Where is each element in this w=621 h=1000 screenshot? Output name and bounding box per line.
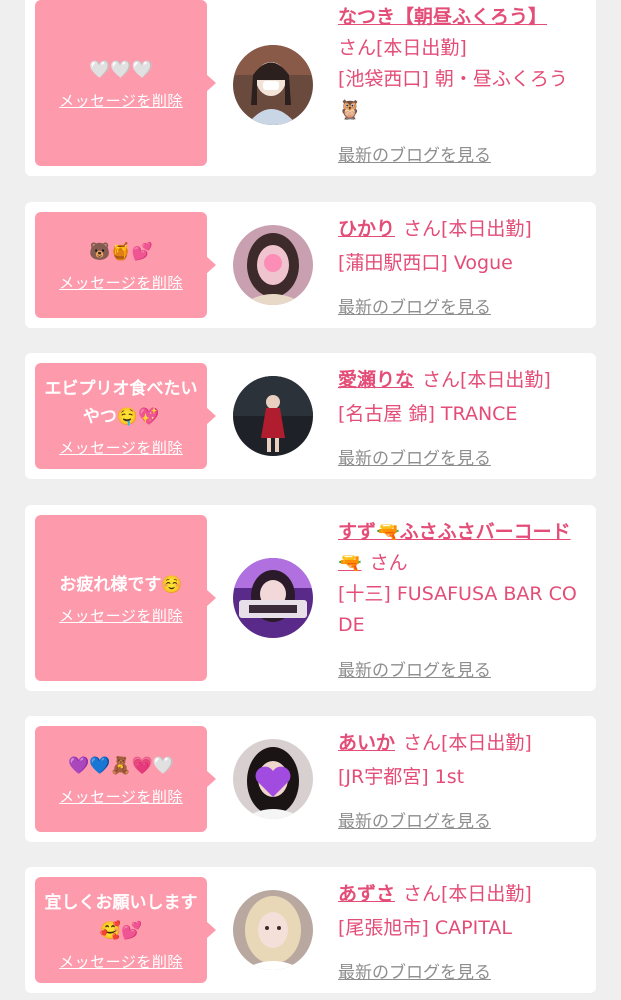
message-card: 宜しくお願いします🥰💕 メッセージを削除 あずさ さん[本日出勤] [尾張旭市] … [25,867,596,993]
message-text: 宜しくお願いします🥰💕 [44,892,198,941]
avatar-image-icon [233,225,313,305]
cast-name-link[interactable]: あいか [338,732,395,754]
shop-name: [JR宇都宮] 1st [338,766,465,788]
avatar[interactable] [233,376,313,456]
delete-message-link[interactable]: メッセージを削除 [59,605,183,626]
message-card: エビプリオ食べたいやつ🤤💖 メッセージを削除 愛瀬りな さん[本日出勤] [名古屋… [25,353,596,479]
message-bubble: お疲れ様です☺️ メッセージを削除 [35,515,216,681]
shop-name: [蒲田駅西口] Vogue [338,252,513,274]
message-text: 🤍🤍🤍 [89,59,153,80]
cast-name-link[interactable]: なつき【朝昼ふくろう】 [338,6,547,28]
cast-status: さん[本日出勤] [403,883,532,905]
message-bubble: 🐻🍯💕 メッセージを削除 [35,212,216,318]
latest-blog-link[interactable]: 最新のブログを見る [338,958,491,983]
delete-message-link[interactable]: メッセージを削除 [59,786,183,807]
cast-status: さん [369,552,408,574]
latest-blog-link[interactable]: 最新のブログを見る [338,656,491,681]
cast-name-link[interactable]: ひかり [338,218,395,240]
shop-name: [名古屋 錦] TRANCE [338,403,518,425]
delete-message-link[interactable]: メッセージを削除 [59,90,183,111]
avatar[interactable] [233,45,313,125]
shop-name: [十三] FUSAFUSA BAR CODE [338,583,577,636]
avatar[interactable] [233,225,313,305]
latest-blog-link[interactable]: 最新のブログを見る [338,444,491,469]
message-bubble: エビプリオ食べたいやつ🤤💖 メッセージを削除 [35,363,216,469]
message-card: お疲れ様です☺️ メッセージを削除 すず🔫ふさふさバーコード🔫 さん [十三] F… [25,505,596,691]
cast-name-link[interactable]: 愛瀬りな [338,369,414,391]
avatar[interactable] [233,739,313,819]
message-text: エビプリオ食べたいやつ🤤💖 [44,378,198,427]
avatar-image-icon [233,558,313,638]
cast-info: すず🔫ふさふさバーコード🔫 さん [十三] FUSAFUSA BAR CODE [338,517,583,641]
message-card: 🐻🍯💕 メッセージを削除 ひかり さん[本日出勤] [蒲田駅西口] Vogue 最… [25,202,596,328]
cast-info: なつき【朝昼ふくろう】 さん[本日出勤] [池袋西口] 朝・昼ふくろう🦉 [338,2,583,126]
cast-info: あいか さん[本日出勤] [JR宇都宮] 1st [338,728,583,793]
avatar-image-icon [233,890,313,970]
cast-status: さん[本日出勤] [338,37,467,59]
avatar[interactable] [233,890,313,970]
avatar-image-icon [233,739,313,819]
message-text: 💜💙🧸💗🤍 [68,755,174,776]
cast-status: さん[本日出勤] [403,218,532,240]
message-bubble: 🤍🤍🤍 メッセージを削除 [35,0,216,166]
avatar-image-icon [233,45,313,125]
latest-blog-link[interactable]: 最新のブログを見る [338,293,491,318]
latest-blog-link[interactable]: 最新のブログを見る [338,141,491,166]
cast-status: さん[本日出勤] [422,369,551,391]
delete-message-link[interactable]: メッセージを削除 [59,437,183,458]
message-card: 🤍🤍🤍 メッセージを削除 なつき【朝昼ふくろう】 さん[本日出勤] [池袋西口]… [25,0,596,176]
message-card: 💜💙🧸💗🤍 メッセージを削除 あいか さん[本日出勤] [JR宇都宮] 1st 最… [25,716,596,842]
cast-info: あずさ さん[本日出勤] [尾張旭市] CAPITAL [338,879,583,944]
cast-name-link[interactable]: あずさ [338,883,395,905]
avatar-image-icon [233,376,313,456]
cast-info: 愛瀬りな さん[本日出勤] [名古屋 錦] TRANCE [338,365,583,430]
shop-name: [池袋西口] 朝・昼ふくろう🦉 [338,68,568,121]
latest-blog-link[interactable]: 最新のブログを見る [338,807,491,832]
delete-message-link[interactable]: メッセージを削除 [59,272,183,293]
message-bubble: 💜💙🧸💗🤍 メッセージを削除 [35,726,216,832]
cast-info: ひかり さん[本日出勤] [蒲田駅西口] Vogue [338,214,583,279]
message-text: 🐻🍯💕 [89,241,153,262]
shop-name: [尾張旭市] CAPITAL [338,917,512,939]
message-bubble: 宜しくお願いします🥰💕 メッセージを削除 [35,877,216,983]
message-text: お疲れ様です☺️ [59,574,183,595]
cast-status: さん[本日出勤] [403,732,532,754]
delete-message-link[interactable]: メッセージを削除 [59,951,183,972]
avatar[interactable] [233,558,313,638]
